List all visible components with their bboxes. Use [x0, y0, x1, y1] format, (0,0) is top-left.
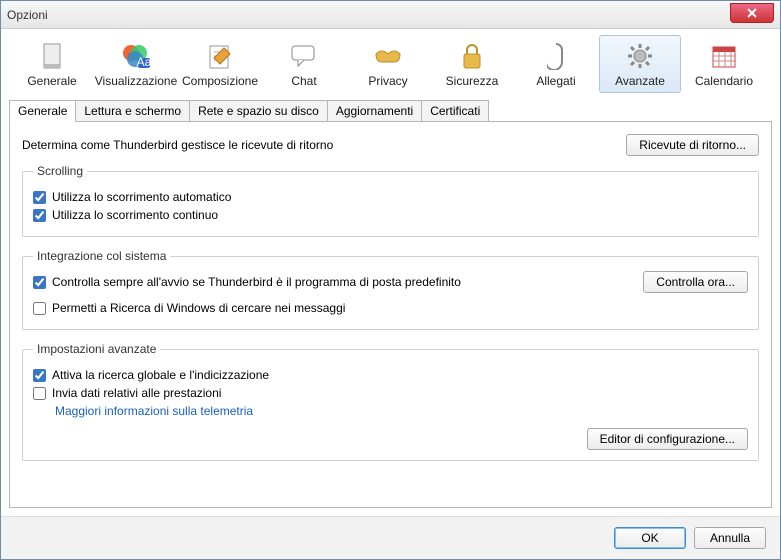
scrolling-legend: Scrolling: [33, 164, 87, 178]
category-chat[interactable]: Chat: [263, 35, 345, 93]
system-legend: Integrazione col sistema: [33, 249, 170, 263]
telemetry-input[interactable]: [33, 387, 46, 400]
dialog-footer: OK Annulla: [1, 516, 780, 559]
ok-button[interactable]: OK: [614, 527, 686, 549]
privacy-icon: [372, 40, 404, 72]
tab-generale[interactable]: Generale: [9, 100, 76, 122]
category-avanzate[interactable]: Avanzate: [599, 35, 681, 93]
return-receipts-button[interactable]: Ricevute di ritorno...: [626, 134, 759, 156]
category-privacy[interactable]: Privacy: [347, 35, 429, 93]
global-search-input[interactable]: [33, 369, 46, 382]
category-visualizzazione[interactable]: Aa Visualizzazione: [95, 35, 177, 93]
close-icon: [747, 8, 757, 18]
titlebar: Opzioni: [1, 1, 780, 29]
telemetry-checkbox[interactable]: Invia dati relativi alle prestazioni: [33, 386, 748, 400]
category-allegati[interactable]: Allegati: [515, 35, 597, 93]
tab-rete[interactable]: Rete e spazio su disco: [189, 100, 328, 122]
config-editor-button[interactable]: Editor di configurazione...: [587, 428, 748, 450]
options-window: Opzioni Generale Aa Visualizzazione Comp…: [0, 0, 781, 560]
autoscroll-checkbox[interactable]: Utilizza lo scorrimento automatico: [33, 190, 748, 204]
tab-certificati[interactable]: Certificati: [421, 100, 489, 122]
check-now-button[interactable]: Controlla ora...: [643, 271, 748, 293]
svg-text:Aa: Aa: [137, 55, 151, 69]
window-title: Opzioni: [7, 8, 48, 22]
chat-icon: [288, 40, 320, 72]
visualizzazione-icon: Aa: [120, 40, 152, 72]
close-button[interactable]: [730, 3, 774, 23]
advanced-legend: Impostazioni avanzate: [33, 342, 160, 356]
scrolling-group: Scrolling Utilizza lo scorrimento automa…: [22, 164, 759, 237]
tab-lettura[interactable]: Lettura e schermo: [75, 100, 190, 122]
system-integration-group: Integrazione col sistema Controlla sempr…: [22, 249, 759, 330]
windows-search-input[interactable]: [33, 302, 46, 315]
return-receipts-text: Determina come Thunderbird gestisce le r…: [22, 138, 626, 152]
category-composizione[interactable]: Composizione: [179, 35, 261, 93]
default-client-checkbox[interactable]: Controlla sempre all'avvio se Thunderbir…: [33, 275, 643, 289]
generale-icon: [36, 40, 68, 72]
advanced-settings-group: Impostazioni avanzate Attiva la ricerca …: [22, 342, 759, 461]
default-client-input[interactable]: [33, 276, 46, 289]
sicurezza-icon: [456, 40, 488, 72]
windows-search-checkbox[interactable]: Permetti a Ricerca di Windows di cercare…: [33, 301, 748, 315]
tab-panel: Determina come Thunderbird gestisce le r…: [9, 121, 772, 508]
avanzate-icon: [624, 40, 656, 72]
category-sicurezza[interactable]: Sicurezza: [431, 35, 513, 93]
category-calendario[interactable]: Calendario: [683, 35, 765, 93]
category-generale[interactable]: Generale: [11, 35, 93, 93]
calendario-icon: [708, 40, 740, 72]
cancel-button[interactable]: Annulla: [694, 527, 766, 549]
smoothscroll-input[interactable]: [33, 209, 46, 222]
smoothscroll-checkbox[interactable]: Utilizza lo scorrimento continuo: [33, 208, 748, 222]
category-toolbar: Generale Aa Visualizzazione Composizione…: [1, 29, 780, 93]
composizione-icon: [204, 40, 236, 72]
subtab-row: Generale Lettura e schermo Rete e spazio…: [1, 93, 780, 121]
telemetry-link[interactable]: Maggiori informazioni sulla telemetria: [55, 404, 748, 418]
autoscroll-input[interactable]: [33, 191, 46, 204]
tab-aggiornamenti[interactable]: Aggiornamenti: [327, 100, 422, 122]
global-search-checkbox[interactable]: Attiva la ricerca globale e l'indicizzaz…: [33, 368, 748, 382]
allegati-icon: [540, 40, 572, 72]
